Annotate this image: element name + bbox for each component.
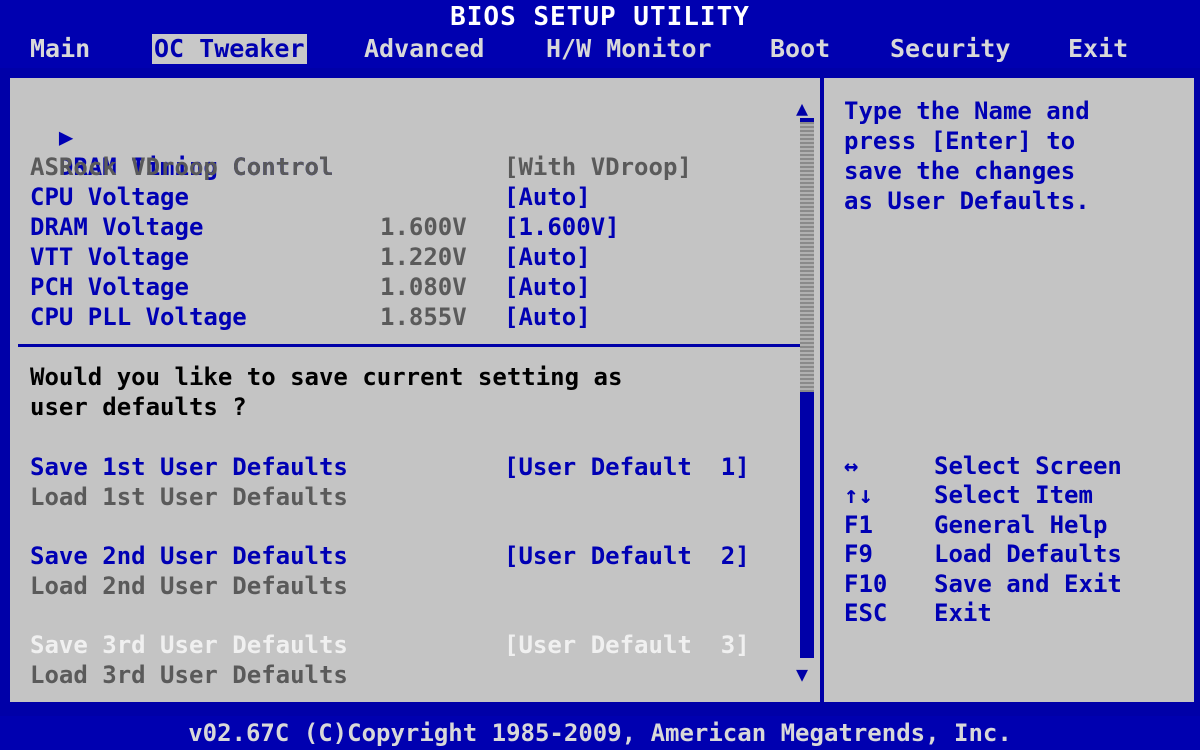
setting-value-vdroop: [With VDroop] — [504, 153, 692, 181]
save-1st-user-defaults[interactable]: Save 1st User Defaults — [30, 452, 348, 482]
setting-value-vtt-voltage[interactable]: [Auto] — [504, 242, 591, 272]
setting-label-cpu-voltage[interactable]: CPU Voltage — [30, 182, 189, 212]
setting-label-vdroop: ASRock VDroop Control — [30, 153, 334, 181]
current-vtt-voltage: 1.220V — [380, 243, 467, 271]
tab-advanced[interactable]: Advanced — [362, 34, 486, 64]
key-label: F9 — [844, 540, 873, 568]
tab-oc-tweaker[interactable]: OC Tweaker — [152, 34, 307, 64]
question-line-1: Would you like to save current setting a… — [30, 363, 623, 391]
setting-label-dram-voltage[interactable]: DRAM Voltage — [30, 212, 203, 242]
tab-security[interactable]: Security — [888, 34, 1012, 64]
up-down-arrow-icon: ↑↓ — [844, 481, 873, 509]
key-legend-exit: ESC Exit — [844, 598, 992, 628]
question-line-2: user defaults ? — [30, 393, 247, 421]
help-line: Type the Name and — [844, 97, 1090, 125]
setting-value-cpu-pll-voltage[interactable]: [Auto] — [504, 302, 591, 332]
section-divider — [18, 344, 804, 347]
save-2nd-user-defaults-value[interactable]: [User Default 2] — [504, 541, 750, 571]
copyright-footer: v02.67C (C)Copyright 1985-2009, American… — [0, 716, 1200, 750]
tab-main[interactable]: Main — [28, 34, 92, 64]
current-pch-voltage: 1.080V — [380, 273, 467, 301]
key-action: Exit — [934, 599, 992, 627]
key-legend-select-screen: ↔ Select Screen — [844, 451, 1122, 481]
help-line: save the changes — [844, 157, 1076, 185]
tab-boot[interactable]: Boot — [768, 34, 832, 64]
key-action: Select Screen — [934, 452, 1122, 480]
current-cpu-pll-voltage: 1.855V — [380, 303, 467, 331]
key-legend-save-exit: F10 Save and Exit — [844, 569, 1122, 599]
load-1st-user-defaults[interactable]: Load 1st User Defaults — [30, 482, 348, 512]
help-text: Type the Name and press [Enter] to save … — [844, 96, 1174, 216]
scroll-down-icon[interactable]: ▼ — [796, 664, 808, 684]
setting-value-dram-voltage[interactable]: [1.600V] — [504, 212, 620, 242]
key-legend-help: F1 General Help — [844, 510, 1107, 540]
key-action: General Help — [934, 511, 1108, 539]
save-3rd-user-defaults-value[interactable]: [User Default 3] — [504, 630, 750, 660]
panel-divider — [820, 76, 824, 704]
tab-hw-monitor[interactable]: H/W Monitor — [544, 34, 714, 64]
key-label: ESC — [844, 599, 888, 627]
key-action: Save and Exit — [934, 570, 1122, 598]
triangle-right-icon: ▶ — [58, 123, 74, 151]
save-2nd-user-defaults[interactable]: Save 2nd User Defaults — [30, 541, 348, 571]
save-1st-user-defaults-value[interactable]: [User Default 1] — [504, 452, 750, 482]
current-dram-voltage: 1.600V — [380, 213, 467, 241]
key-action: Select Item — [934, 481, 1093, 509]
help-line: as User Defaults. — [844, 187, 1090, 215]
setting-label-cpu-pll-voltage[interactable]: CPU PLL Voltage — [30, 302, 247, 332]
help-line: press [Enter] to — [844, 127, 1076, 155]
key-legend-load-defaults: F9 Load Defaults — [844, 539, 1122, 569]
key-action: Load Defaults — [934, 540, 1122, 568]
left-right-arrow-icon: ↔ — [844, 452, 859, 480]
menu-bar: Main OC Tweaker Advanced H/W Monitor Boo… — [0, 32, 1200, 68]
load-3rd-user-defaults[interactable]: Load 3rd User Defaults — [30, 660, 348, 690]
setting-value-cpu-voltage[interactable]: [Auto] — [504, 182, 591, 212]
window-title: BIOS SETUP UTILITY — [0, 0, 1200, 32]
setting-label-pch-voltage[interactable]: PCH Voltage — [30, 272, 189, 302]
key-legend-select-item: ↑↓ Select Item — [844, 480, 1093, 510]
scroll-up-icon[interactable]: ▲ — [796, 98, 808, 118]
load-2nd-user-defaults[interactable]: Load 2nd User Defaults — [30, 571, 348, 601]
save-3rd-user-defaults[interactable]: Save 3rd User Defaults — [30, 630, 348, 660]
scrollbar-thumb[interactable] — [800, 122, 814, 392]
setting-label-vtt-voltage[interactable]: VTT Voltage — [30, 242, 189, 272]
key-label: F1 — [844, 511, 873, 539]
key-label: F10 — [844, 570, 888, 598]
tab-exit[interactable]: Exit — [1066, 34, 1130, 64]
setting-value-pch-voltage[interactable]: [Auto] — [504, 272, 591, 302]
